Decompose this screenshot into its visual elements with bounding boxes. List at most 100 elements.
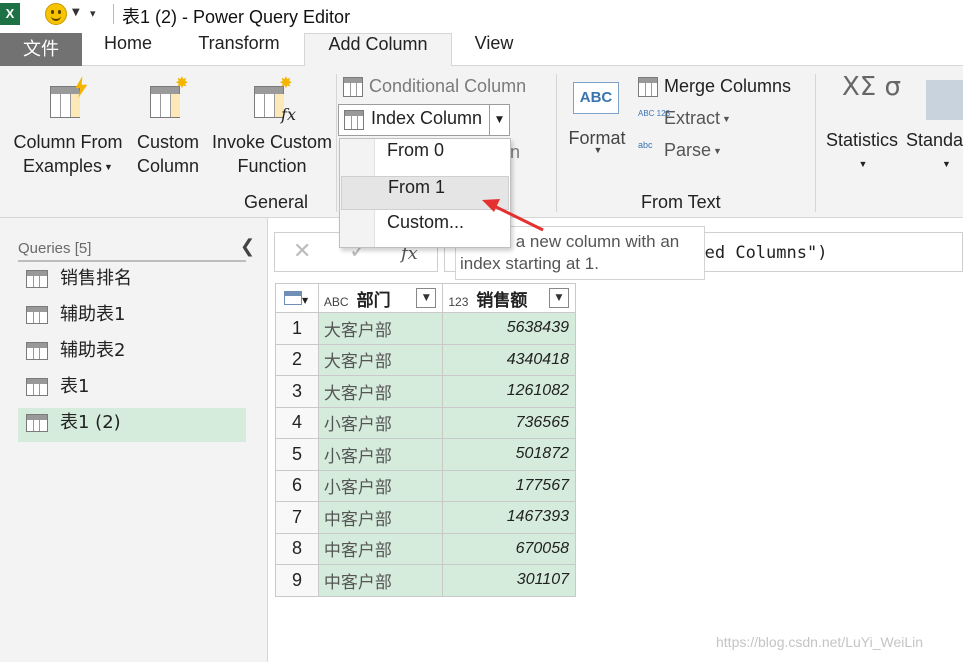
extract-button[interactable]: ABC 123Extract ▼ bbox=[638, 108, 731, 136]
tab-view[interactable]: View bbox=[460, 33, 528, 66]
cell-sales[interactable]: 301107 bbox=[442, 564, 576, 597]
table-row[interactable]: 5 小客户部 501872 bbox=[275, 438, 576, 471]
conditional-column-icon bbox=[343, 77, 363, 98]
cell-dept[interactable]: 大客户部 bbox=[317, 343, 444, 376]
window-title: 表1 (2) - Power Query Editor bbox=[122, 7, 351, 27]
cell-sales[interactable]: 1467393 bbox=[442, 501, 576, 534]
cell-dept[interactable]: 小客户部 bbox=[317, 438, 444, 471]
merge-columns-button[interactable]: Merge Columns bbox=[638, 76, 791, 104]
custom-column-button[interactable]: ✸ Custom Column bbox=[132, 76, 204, 178]
cell-dept[interactable]: 小客户部 bbox=[317, 406, 444, 439]
cell-dept[interactable]: 小客户部 bbox=[317, 469, 444, 502]
column-name: 部门 bbox=[356, 290, 391, 311]
merge-columns-label: Merge Columns bbox=[664, 76, 792, 96]
table-icon bbox=[26, 270, 48, 288]
menu-item-custom[interactable]: Custom... bbox=[341, 212, 509, 246]
menu-item-from-0[interactable]: From 0 bbox=[341, 140, 509, 174]
cancel-formula-icon[interactable]: ✕ bbox=[293, 239, 311, 264]
chevron-down-icon: ▼ bbox=[722, 114, 731, 125]
chevron-down-icon: ▼ bbox=[858, 159, 868, 169]
cell-sales[interactable]: 670058 bbox=[442, 532, 576, 565]
query-item-selected[interactable]: 表1 (2) bbox=[18, 408, 246, 442]
column-header-sales[interactable]: 123 销售额 ▼ bbox=[442, 283, 576, 313]
collapse-pane-icon[interactable]: ❮ bbox=[240, 236, 255, 257]
row-index: 8 bbox=[275, 532, 319, 565]
table-row[interactable]: 6 小客户部 177567 bbox=[275, 469, 576, 502]
cell-sales[interactable]: 736565 bbox=[442, 406, 576, 439]
query-item[interactable]: 表1 bbox=[18, 372, 246, 406]
queries-pane: Queries [5] ❮ 销售排名 辅助表1 辅助表2 表1 表1 (2) bbox=[0, 218, 268, 662]
format-icon: ABC bbox=[573, 82, 619, 114]
row-index: 6 bbox=[275, 469, 319, 502]
column-name: 销售额 bbox=[476, 290, 528, 311]
cell-sales[interactable]: 4340418 bbox=[442, 343, 576, 376]
custom-column-label: Custom bbox=[136, 132, 199, 152]
text-type-icon[interactable]: ABC bbox=[324, 295, 349, 309]
parse-button[interactable]: abc Parse ▼ bbox=[638, 140, 722, 168]
cell-sales[interactable]: 501872 bbox=[442, 438, 576, 471]
standard-button[interactable]: Standa ▼ bbox=[906, 128, 963, 176]
excel-icon[interactable]: X bbox=[0, 3, 20, 25]
table-row[interactable]: 8 中客户部 670058 bbox=[275, 532, 576, 565]
table-row[interactable]: 9 中客户部 301107 bbox=[275, 564, 576, 597]
query-item[interactable]: 辅助表2 bbox=[18, 336, 246, 370]
cell-dept[interactable]: 中客户部 bbox=[317, 501, 444, 534]
queries-header: Queries [5] bbox=[18, 240, 246, 262]
row-index: 3 bbox=[275, 375, 319, 408]
title-separator bbox=[113, 4, 114, 24]
tab-transform[interactable]: Transform bbox=[180, 33, 298, 66]
cell-dept[interactable]: 大客户部 bbox=[317, 312, 444, 345]
query-label: 辅助表2 bbox=[60, 340, 126, 361]
smiley-feedback-icon[interactable] bbox=[45, 3, 67, 25]
conditional-column-button[interactable]: Conditional Column bbox=[343, 76, 526, 104]
query-item[interactable]: 辅助表1 bbox=[18, 300, 246, 334]
statistics-label: Statistics bbox=[825, 130, 899, 150]
tab-home[interactable]: Home bbox=[88, 33, 168, 66]
row-index: 5 bbox=[275, 438, 319, 471]
statistics-button[interactable]: Statistics ▼ bbox=[822, 128, 902, 176]
cell-dept[interactable]: 中客户部 bbox=[317, 564, 444, 597]
statistics-icon: XΣ σ bbox=[842, 72, 901, 102]
table-row[interactable]: 4 小客户部 736565 bbox=[275, 406, 576, 439]
table-row[interactable]: 1 大客户部 5638439 bbox=[275, 312, 576, 345]
merge-columns-icon bbox=[638, 77, 658, 98]
table-icon bbox=[26, 306, 48, 324]
table-row[interactable]: 3 大客户部 1261082 bbox=[275, 375, 576, 408]
row-index: 1 bbox=[275, 312, 319, 345]
cell-sales[interactable]: 5638439 bbox=[442, 312, 576, 345]
cell-sales[interactable]: 1261082 bbox=[442, 375, 576, 408]
invoke-function-label-2: Function bbox=[237, 156, 307, 176]
custom-column-icon: ✸ bbox=[150, 76, 189, 120]
standard-icon bbox=[926, 80, 963, 120]
index-column-dropdown-icon[interactable]: ▼ bbox=[489, 105, 509, 135]
filter-dropdown-icon[interactable]: ▼ bbox=[549, 288, 569, 308]
title-bar: X ▼ ▾ 表1 (2) - Power Query Editor bbox=[0, 0, 963, 28]
feedback-dropdown-icon[interactable]: ▼ bbox=[72, 7, 80, 18]
tab-add-column[interactable]: Add Column bbox=[304, 33, 452, 67]
index-column-button[interactable]: Index Column ▼ bbox=[338, 104, 510, 136]
conditional-column-label: Conditional Column bbox=[369, 76, 527, 96]
number-type-icon[interactable]: 123 bbox=[448, 295, 468, 309]
standard-label: Standa bbox=[906, 130, 963, 150]
cell-dept[interactable]: 中客户部 bbox=[317, 532, 444, 565]
table-row[interactable]: 2 大客户部 4340418 bbox=[275, 343, 576, 376]
quick-access-customize-icon[interactable]: ▾ bbox=[90, 7, 96, 20]
chevron-down-icon: ▼ bbox=[104, 162, 113, 173]
cell-sales[interactable]: 177567 bbox=[442, 469, 576, 502]
table-row[interactable]: 7 中客户部 1467393 bbox=[275, 501, 576, 534]
filter-dropdown-icon[interactable]: ▼ bbox=[416, 288, 437, 308]
group-separator bbox=[336, 74, 337, 212]
query-item[interactable]: 销售排名 bbox=[18, 264, 246, 298]
index-column-label: Index Column bbox=[371, 108, 483, 128]
tab-file[interactable]: 文件 bbox=[0, 33, 82, 66]
row-index: 9 bbox=[275, 564, 319, 597]
column-header-dept[interactable]: ABC 部门 ▼ bbox=[317, 283, 444, 313]
table-corner-menu[interactable]: ▼ bbox=[275, 283, 319, 313]
cell-dept[interactable]: 大客户部 bbox=[317, 375, 444, 408]
query-label: 表1 bbox=[60, 376, 90, 397]
format-button[interactable]: Format ▼ bbox=[566, 128, 628, 156]
query-label: 辅助表1 bbox=[60, 304, 126, 325]
invoke-custom-function-button[interactable]: ✸ fx Invoke Custom Function bbox=[208, 76, 336, 178]
menu-item-from-1[interactable]: From 1 bbox=[341, 176, 509, 210]
column-from-examples-button[interactable]: Column From Examples ▼ bbox=[8, 76, 128, 179]
